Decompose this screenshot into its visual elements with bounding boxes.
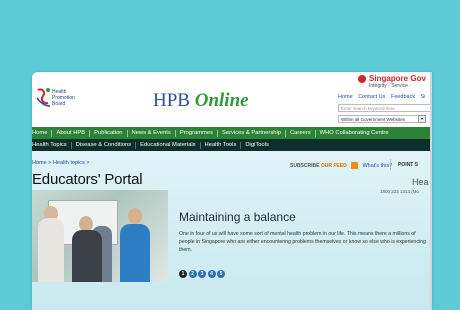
search-scope-select[interactable]: Within all Government Websites (338, 115, 424, 123)
rss-subscribe: SUBSCRIBE OUR FEED What's this? (290, 162, 392, 169)
nav-divider (240, 141, 242, 149)
browser-window: Health Promotion Board HPB Online Singap… (32, 72, 432, 310)
rss-label-highlight: OUR FEED (320, 162, 347, 169)
hpb-logo-text: Health Promotion Board (52, 89, 92, 107)
health-line-heading: Hea (412, 177, 429, 187)
utility-links: Home Contact Us Feedback Si (338, 94, 430, 100)
secondary-nav: Health Topics Disease & Conditions Educa… (32, 139, 432, 151)
person-body (38, 218, 64, 282)
nav-divider (135, 141, 137, 149)
hpb-logo-icon[interactable] (34, 86, 54, 108)
nav-divider (51, 129, 53, 137)
singapore-gov-logo[interactable]: Singapore Gov Integrity · Service · (358, 74, 432, 90)
nav-divider (174, 129, 176, 137)
logo-line: Board (52, 101, 66, 107)
subnav-educational-materials[interactable]: Educational Materials (140, 142, 195, 148)
search-input[interactable]: Enter search keyword here (338, 104, 432, 112)
nav-divider (126, 129, 128, 137)
person-body (120, 224, 150, 282)
feature-text: One in four of us will have some sort of… (179, 231, 426, 253)
nav-about-hpb[interactable]: About HPB (56, 130, 85, 136)
nav-divider (70, 141, 72, 149)
slide-dot-3[interactable]: 3 (198, 270, 206, 278)
point-label[interactable]: POINT S (398, 162, 418, 168)
nav-divider (89, 129, 91, 137)
site-title[interactable]: HPB Online (153, 90, 249, 112)
slide-pager: 1 2 3 4 5 (179, 270, 227, 278)
search-scope-dropdown-icon[interactable]: ▾ (418, 115, 426, 123)
subnav-digitools[interactable]: DigiTools (245, 142, 269, 148)
window-edge (430, 72, 432, 310)
slide-dot-4[interactable]: 4 (207, 270, 216, 278)
gov-name: Singapore Gov (369, 74, 426, 83)
site-header: Health Promotion Board HPB Online Singap… (32, 72, 432, 127)
rss-label: SUBSCRIBE OUR FEED (290, 163, 347, 169)
nav-careers[interactable]: Careers (290, 130, 311, 136)
nav-services-partnership[interactable]: Services & Partnership (222, 130, 281, 136)
site-title-online: Online (194, 90, 249, 111)
rss-feed-icon[interactable] (351, 162, 359, 169)
nav-divider (314, 129, 316, 137)
slide-dot-2[interactable]: 2 (188, 270, 197, 278)
lion-head-icon (358, 75, 366, 83)
nav-divider (199, 141, 201, 149)
slide-dot-5[interactable]: 5 (217, 270, 225, 278)
subnav-disease-conditions[interactable]: Disease & Conditions (76, 142, 131, 148)
nav-home[interactable]: Home (32, 130, 47, 136)
link-sitemap[interactable]: Si (421, 94, 426, 100)
feature-photo[interactable] (32, 190, 168, 282)
feature-title[interactable]: Maintaining a balance (179, 210, 296, 224)
person-head (128, 208, 142, 224)
subnav-health-tools[interactable]: Health Tools (205, 142, 237, 148)
slide-dot-1[interactable]: 1 (179, 270, 187, 278)
nav-news-events[interactable]: News & Events (132, 130, 171, 136)
gov-tagline: Integrity · Service · (369, 83, 411, 89)
subnav-health-topics[interactable]: Health Topics (32, 142, 67, 148)
divider (390, 159, 391, 170)
whats-this-link[interactable]: What's this? (362, 163, 392, 169)
nav-divider (217, 129, 219, 137)
primary-nav: Home About HPB Publication News & Events… (32, 127, 432, 139)
health-line-phone: 1800 223 1313 (Mo (380, 189, 420, 194)
nav-programmes[interactable]: Programmes (180, 130, 213, 136)
person-body (72, 230, 102, 282)
site-title-hpb: HPB (153, 90, 190, 111)
nav-divider (284, 129, 286, 137)
nav-publication[interactable]: Publication (94, 130, 122, 136)
link-home[interactable]: Home (338, 94, 353, 100)
page-title: Educators' Portal (32, 171, 143, 188)
rss-label-prefix: SUBSCRIBE (290, 162, 320, 169)
link-feedback[interactable]: Feedback (391, 94, 415, 100)
nav-who-centre[interactable]: WHO Collaborating Centre (320, 130, 389, 136)
link-contact-us[interactable]: Contact Us (358, 94, 385, 100)
breadcrumb[interactable]: Home > Health topics > (32, 160, 89, 166)
